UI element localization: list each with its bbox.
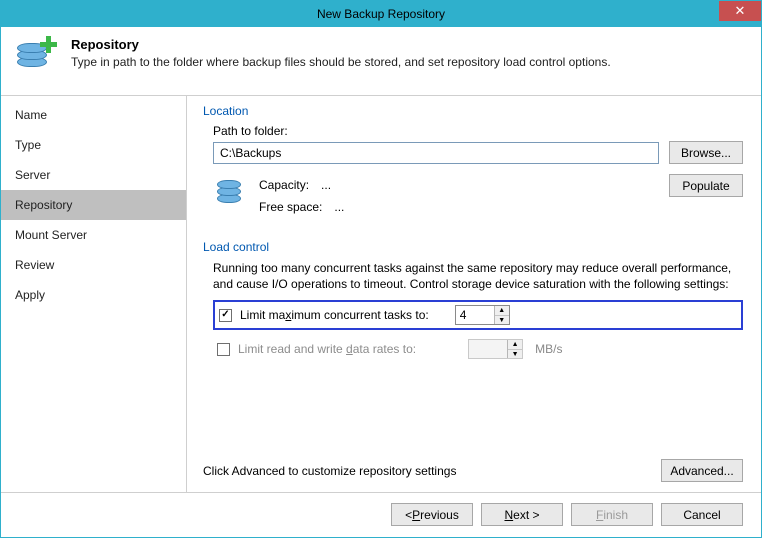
wizard-content: Location Path to folder: Browse... Capac… [187,96,761,492]
limit-rate-row: Limit read and write data rates to: ▲ ▼ … [213,336,743,362]
cancel-button[interactable]: Cancel [661,503,743,526]
sidebar-item-repository[interactable]: Repository [1,190,186,220]
limit-rate-input [469,340,507,358]
storage-icon [217,178,243,206]
titlebar: New Backup Repository ✕ [1,1,761,27]
path-label: Path to folder: [213,124,743,138]
advanced-hint: Click Advanced to customize repository s… [203,464,456,478]
close-button[interactable]: ✕ [719,1,761,21]
limit-tasks-checkbox[interactable] [219,309,232,322]
sidebar-item-server[interactable]: Server [1,160,186,190]
wizard-steps-sidebar: Name Type Server Repository Mount Server… [1,96,187,492]
spinner-up-icon[interactable]: ▲ [495,306,509,316]
header-text: Repository Type in path to the folder wh… [71,37,611,69]
limit-rate-label: Limit read and write data rates to: [238,342,416,356]
sidebar-item-review[interactable]: Review [1,250,186,280]
spinner-down-icon: ▼ [508,350,522,359]
freespace-label: Free space: [259,200,322,214]
finish-button: Finish [571,503,653,526]
browse-button[interactable]: Browse... [669,141,743,164]
path-input[interactable] [213,142,659,164]
load-control-description: Running too many concurrent tasks agains… [213,260,743,292]
spinner-up-icon: ▲ [508,340,522,350]
limit-tasks-input[interactable] [456,306,494,324]
next-button[interactable]: Next > [481,503,563,526]
location-group-label: Location [203,104,743,118]
wizard-header: Repository Type in path to the folder wh… [1,27,761,96]
repository-icon [15,37,59,81]
freespace-value: ... [334,200,344,214]
page-subtitle: Type in path to the folder where backup … [71,55,611,69]
limit-tasks-row: Limit maximum concurrent tasks to: ▲ ▼ [213,300,743,330]
wizard-window: New Backup Repository ✕ Repository Type … [0,0,762,538]
sidebar-item-mount-server[interactable]: Mount Server [1,220,186,250]
page-title: Repository [71,37,611,52]
wizard-footer: < Previous Next > Finish Cancel [1,492,761,536]
load-control-group-label: Load control [203,240,743,254]
sidebar-item-name[interactable]: Name [1,100,186,130]
limit-rate-spinner: ▲ ▼ [468,339,523,359]
populate-button[interactable]: Populate [669,174,743,197]
limit-tasks-spinner[interactable]: ▲ ▼ [455,305,510,325]
previous-button[interactable]: < Previous [391,503,473,526]
limit-tasks-label: Limit maximum concurrent tasks to: [240,308,429,322]
capacity-value: ... [321,178,331,192]
sidebar-item-apply[interactable]: Apply [1,280,186,310]
window-title: New Backup Repository [317,7,445,21]
rate-unit: MB/s [535,342,562,356]
limit-rate-checkbox[interactable] [217,343,230,356]
advanced-button[interactable]: Advanced... [661,459,743,482]
sidebar-item-type[interactable]: Type [1,130,186,160]
close-icon: ✕ [735,3,746,19]
spinner-down-icon[interactable]: ▼ [495,316,509,325]
capacity-label: Capacity: [259,178,309,192]
